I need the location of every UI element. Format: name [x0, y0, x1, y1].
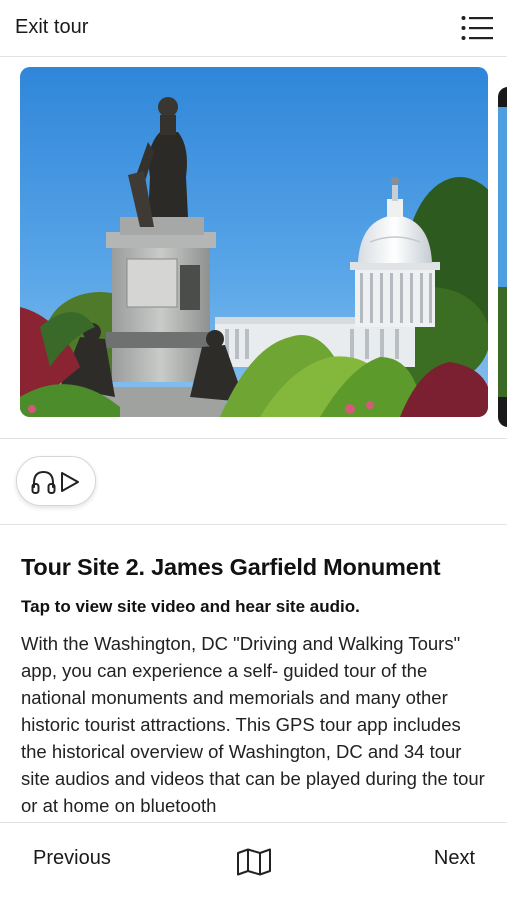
exit-tour-button[interactable]: Exit tour — [15, 16, 88, 39]
headphones-icon — [31, 470, 56, 494]
previous-button[interactable]: Previous — [33, 847, 111, 870]
audio-button-graphic — [31, 470, 79, 494]
next-photo-thumbnail — [498, 87, 507, 427]
image-carousel[interactable] — [0, 57, 507, 438]
site-details: Tour Site 2. James Garfield Monument Tap… — [0, 525, 507, 822]
audio-play-button[interactable] — [16, 456, 96, 506]
top-bar: Exit tour — [0, 0, 507, 57]
next-site-photo-peek[interactable] — [498, 87, 507, 427]
play-icon — [61, 472, 79, 492]
next-button[interactable]: Next — [434, 847, 475, 870]
capitol-garfield-statue-photo — [20, 67, 488, 417]
site-title: Tour Site 2. James Garfield Monument — [21, 554, 441, 580]
site-photo[interactable] — [20, 67, 488, 417]
bottom-nav: Previous Next — [0, 822, 507, 900]
list-menu-icon[interactable] — [461, 15, 493, 41]
map-icon[interactable] — [236, 848, 272, 876]
section-divider — [0, 438, 507, 439]
site-description: With the Washington, DC "Driving and Wal… — [21, 633, 485, 816]
site-subtitle[interactable]: Tap to view site video and hear site aud… — [21, 597, 486, 617]
